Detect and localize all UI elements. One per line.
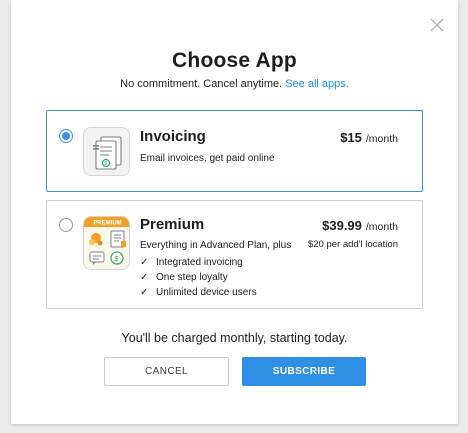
plan-name: Premium [140, 216, 205, 233]
checkmark-icon: ✓ [140, 272, 149, 283]
plan-radio-premium[interactable] [59, 218, 73, 232]
feature-label: Integrated invoicing [156, 257, 243, 268]
feature-item: ✓ Integrated invoicing [140, 255, 257, 270]
plan-price: $39.99 /month [322, 218, 398, 233]
svg-text:$: $ [104, 161, 107, 167]
plan-name: Invoicing [140, 128, 206, 145]
svg-text:$: $ [115, 256, 119, 263]
premium-bundle-icon: PREMIUM $ [83, 216, 130, 270]
feature-list: ✓ Integrated invoicing ✓ One step loyalt… [140, 255, 257, 300]
price-period: /month [365, 221, 398, 233]
billing-note: You'll be charged monthly, starting toda… [121, 331, 348, 345]
feature-label: One step loyalty [156, 272, 228, 283]
plan-radio-invoicing[interactable] [59, 129, 73, 143]
cancel-button[interactable]: CANCEL [104, 357, 229, 386]
dialog-subtitle: No commitment. Cancel anytime. See all a… [11, 78, 458, 90]
premium-badge-text: PREMIUM [93, 221, 121, 227]
plan-option-invoicing[interactable]: $ Invoicing Email invoices, get paid onl… [46, 110, 423, 192]
subscribe-button[interactable]: SUBSCRIBE [242, 357, 366, 386]
plan-description: Everything in Advanced Plan, plus [140, 240, 292, 251]
price-period: /month [365, 133, 398, 145]
additional-location-price: $20 per add'l location [307, 239, 398, 250]
dialog-title: Choose App [172, 49, 297, 72]
feature-item: ✓ Unlimited device users [140, 285, 257, 300]
price-amount: $39.99 [322, 218, 362, 233]
subtitle-text: No commitment. Cancel anytime. [120, 78, 283, 90]
plan-option-premium[interactable]: PREMIUM $ Premium Everything in Advanced… [46, 200, 423, 309]
plan-price: $15 /month [340, 130, 398, 145]
choose-app-dialog: Choose App No commitment. Cancel anytime… [11, 0, 458, 424]
invoice-document-icon: $ [83, 127, 130, 176]
feature-label: Unlimited device users [156, 287, 257, 298]
price-amount: $15 [340, 130, 362, 145]
checkmark-icon: ✓ [140, 257, 149, 268]
close-icon[interactable] [428, 16, 446, 34]
checkmark-icon: ✓ [140, 287, 149, 298]
see-all-apps-link[interactable]: See all apps. [285, 78, 349, 90]
plan-description: Email invoices, get paid online [140, 153, 275, 164]
feature-item: ✓ One step loyalty [140, 270, 257, 285]
